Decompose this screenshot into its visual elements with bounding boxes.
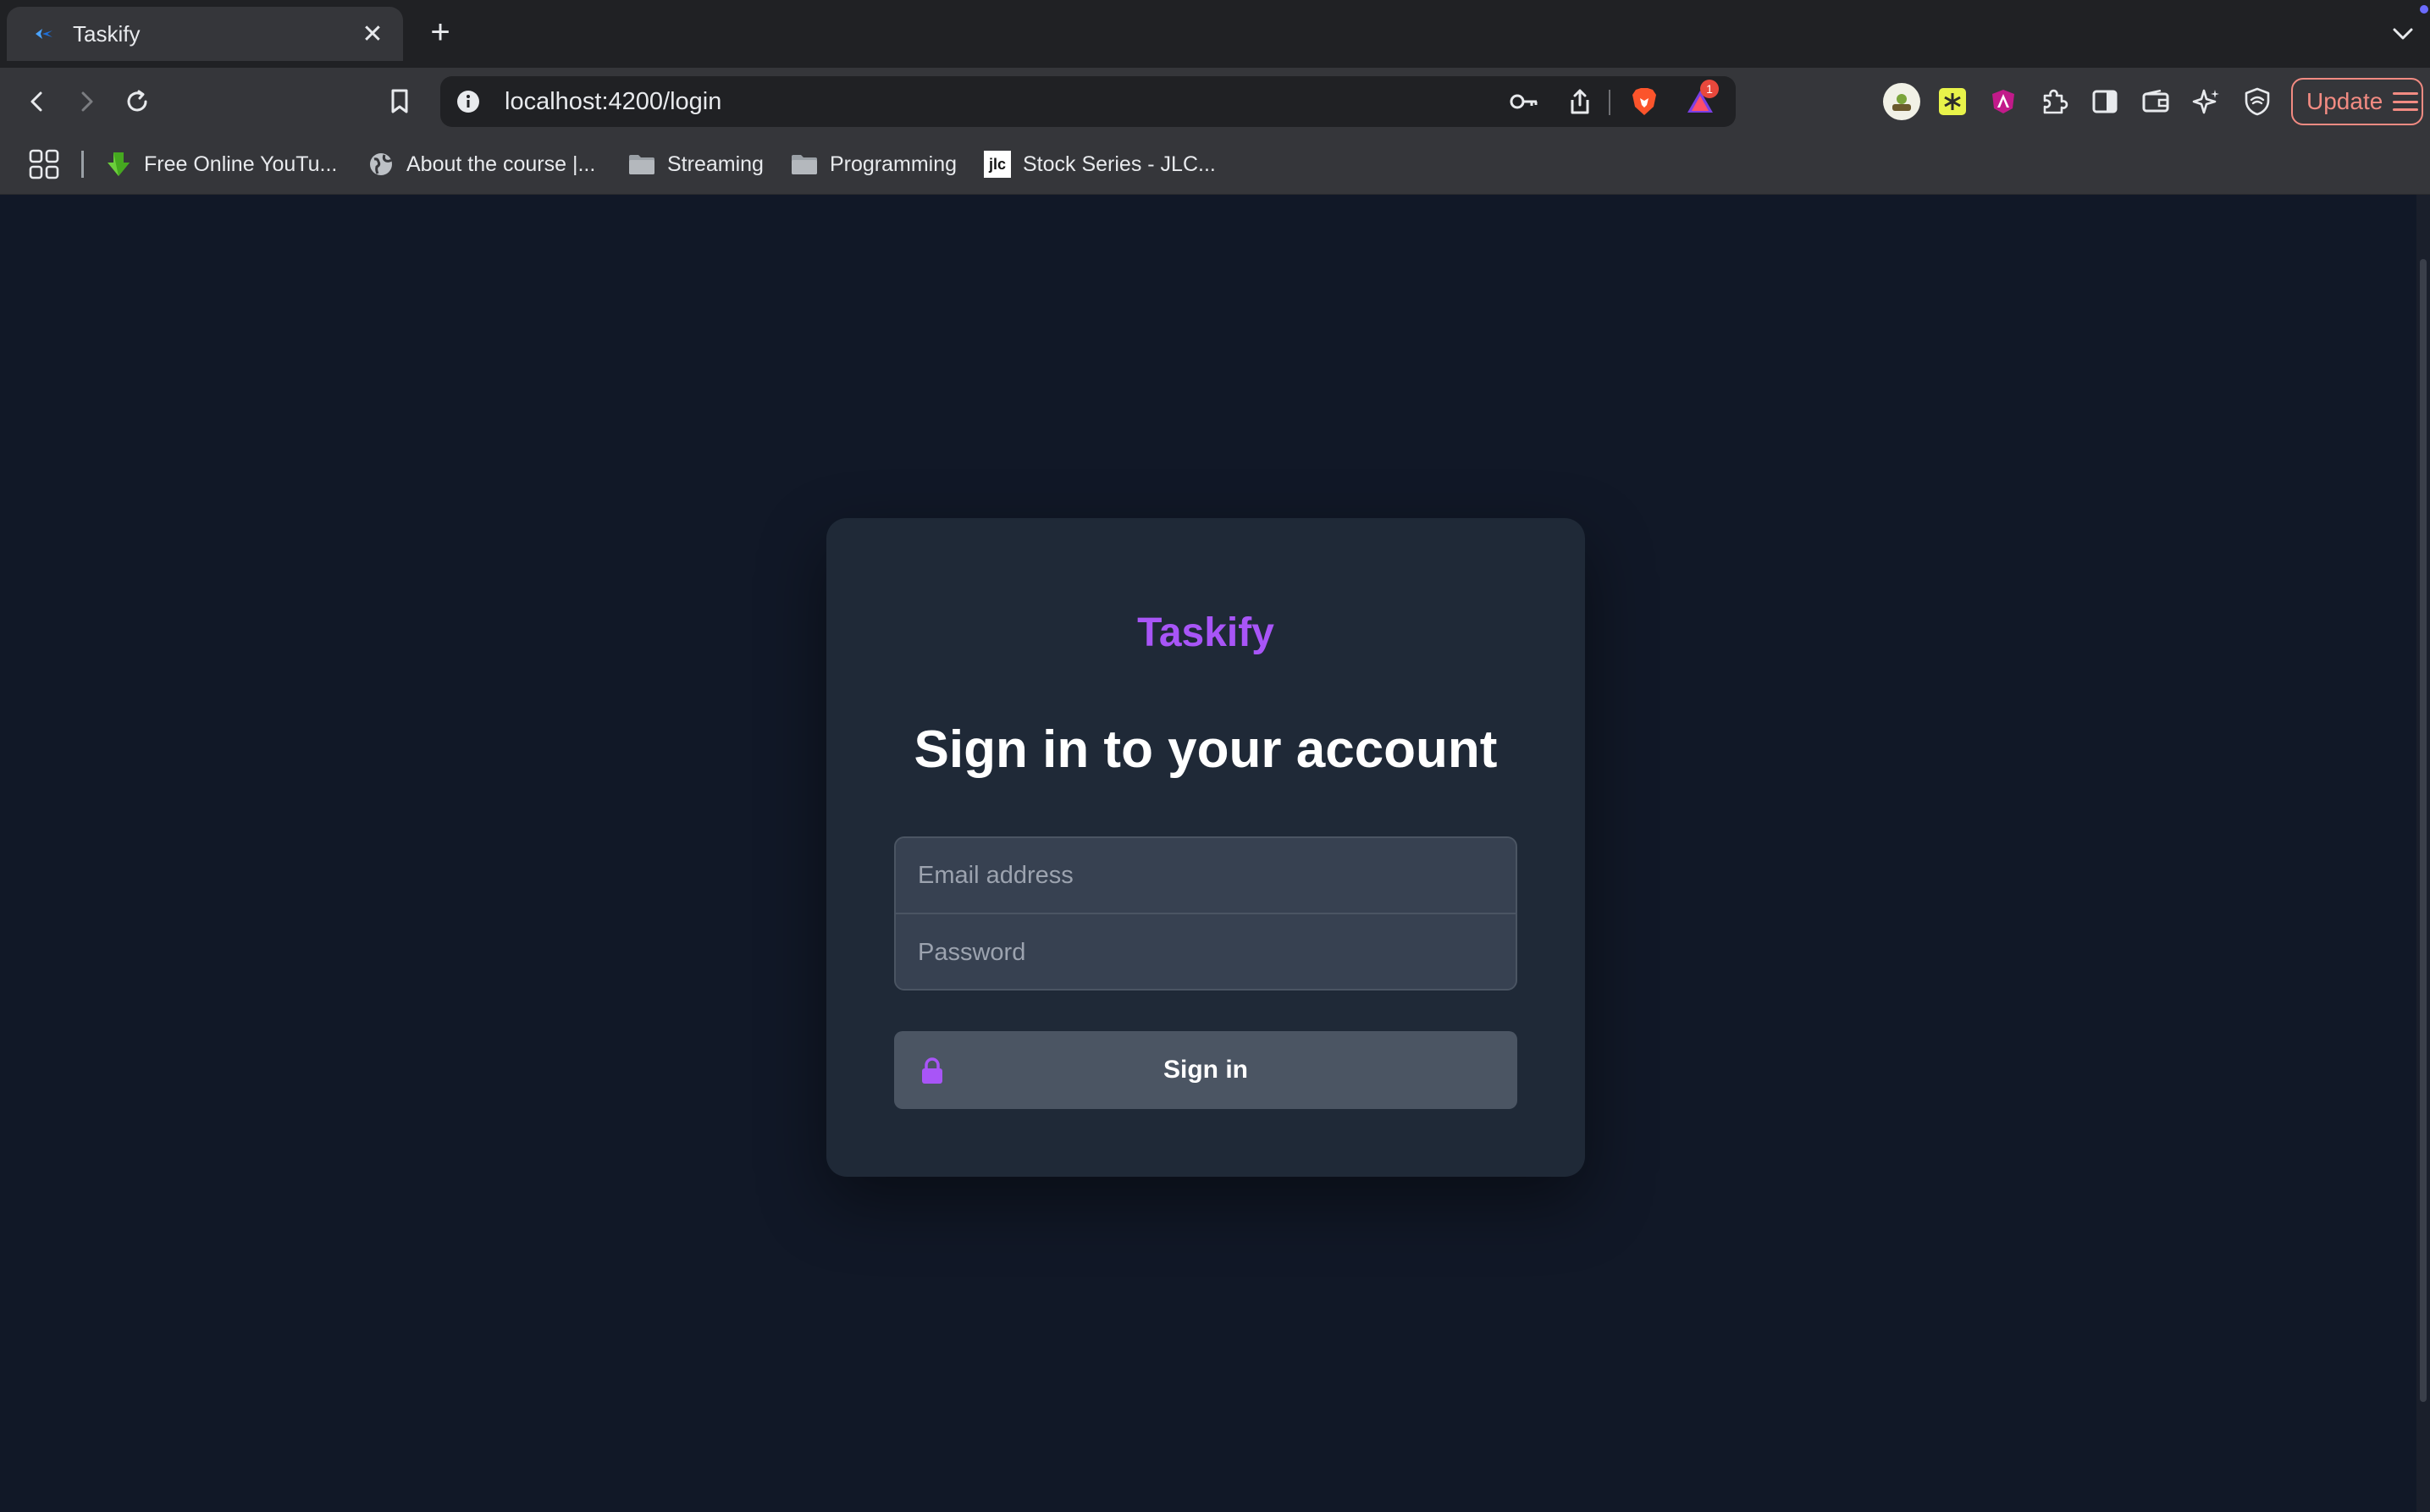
- tab-strip: Taskify ✕ +: [0, 0, 2430, 68]
- forward-arrow-icon: [81, 91, 93, 112]
- folder-icon: [791, 151, 818, 178]
- tab-title: Taskify: [73, 20, 141, 47]
- omnibox-divider: [1609, 90, 1610, 115]
- brave-lion-icon: [1632, 88, 1656, 115]
- angular-devtools-icon: [1992, 90, 2014, 113]
- bookmark-label: About the course |...: [406, 152, 596, 176]
- share-icon: [1571, 89, 1589, 114]
- sign-in-button[interactable]: Sign in: [894, 1031, 1517, 1109]
- address-bar[interactable]: localhost:4200/login 1: [440, 76, 1736, 127]
- bookmark-label: Stock Series - JLC...: [1023, 152, 1216, 176]
- sidebar-panel-icon: [2092, 90, 2118, 113]
- sparkle-icon: [2192, 89, 2219, 114]
- apps-grid-icon[interactable]: [29, 149, 59, 179]
- download-arrow-icon: [105, 151, 132, 178]
- share-button[interactable]: [1565, 86, 1595, 117]
- bookmark-item[interactable]: Free Online YouTu...: [105, 147, 337, 181]
- brave-shields-button[interactable]: [1629, 86, 1660, 117]
- password-field[interactable]: [896, 914, 1516, 989]
- back-button[interactable]: [17, 81, 58, 122]
- password-key-button[interactable]: [1509, 86, 1539, 117]
- bookmark-icon: [391, 89, 408, 113]
- scrollbar-thumb[interactable]: [2420, 259, 2427, 1402]
- browser-chrome: Taskify ✕ + localhost:4200/login 1 Updat…: [0, 0, 2430, 195]
- url-text[interactable]: localhost:4200/login: [505, 88, 721, 116]
- site-info-icon[interactable]: [456, 89, 481, 114]
- jlc-logo-icon: jlc: [984, 151, 1011, 178]
- puzzle-piece-icon: [2043, 89, 2068, 114]
- profile-avatar-icon: [1883, 83, 1920, 120]
- wallet-icon: [2142, 90, 2169, 113]
- toolbar: localhost:4200/login 1 Update: [0, 68, 2430, 135]
- taskify-favicon-icon: [36, 29, 52, 39]
- jlc-logo-text: jlc: [988, 155, 1006, 173]
- leo-ai-button[interactable]: [2186, 81, 2227, 122]
- extension-angular-button[interactable]: [1983, 81, 2024, 122]
- bookmark-label: Streaming: [667, 152, 764, 176]
- bookmark-folder[interactable]: Streaming: [628, 147, 764, 181]
- bookmark-item[interactable]: About the course |...: [367, 147, 595, 181]
- bookmark-folder[interactable]: Programming: [791, 147, 957, 181]
- reload-button[interactable]: [117, 81, 157, 122]
- tab-close-button[interactable]: ✕: [356, 19, 389, 49]
- update-menu-button[interactable]: Update: [2291, 78, 2423, 125]
- page-title: Sign in to your account: [914, 720, 1498, 779]
- login-card: Taskify Sign in to your account Sign in: [826, 518, 1585, 1177]
- extension-profile-button[interactable]: [1881, 81, 1922, 122]
- globe-icon: [367, 151, 395, 178]
- lock-icon: [922, 1057, 942, 1084]
- bookmarks-divider: [81, 151, 84, 178]
- folder-icon: [628, 151, 655, 178]
- credentials-group: [894, 836, 1517, 991]
- page-scrollbar[interactable]: [2416, 195, 2430, 1512]
- reload-icon: [127, 90, 147, 112]
- tab-search-chevron-icon[interactable]: [2388, 19, 2418, 49]
- extension-asterisk-button[interactable]: [1932, 81, 1973, 122]
- page-content: Taskify Sign in to your account Sign in: [0, 195, 2416, 1512]
- bookmark-page-button[interactable]: [379, 81, 420, 122]
- email-field[interactable]: [896, 838, 1516, 914]
- bookmarks-bar: Free Online YouTu... About the course |.…: [0, 135, 2430, 195]
- tab-strip-indicator-dot: [2420, 5, 2428, 14]
- bookmark-label: Programming: [830, 152, 958, 176]
- sign-in-label: Sign in: [1163, 1056, 1248, 1084]
- key-icon: [1510, 94, 1538, 109]
- update-label: Update: [2306, 88, 2383, 114]
- tab-taskify[interactable]: Taskify ✕: [7, 7, 403, 61]
- extensions-menu-button[interactable]: [2034, 81, 2074, 122]
- shield-icon: [2245, 87, 2270, 116]
- asterisk-extension-icon: [1939, 88, 1966, 115]
- bookmark-item[interactable]: jlc Stock Series - JLC...: [984, 147, 1216, 181]
- forward-button[interactable]: [66, 81, 107, 122]
- new-tab-button[interactable]: +: [422, 15, 459, 52]
- vpn-button[interactable]: [2237, 81, 2278, 122]
- bookmark-label: Free Online YouTu...: [144, 152, 338, 176]
- sidebar-toggle-button[interactable]: [2085, 81, 2125, 122]
- wallet-button[interactable]: [2135, 81, 2176, 122]
- hamburger-menu-icon: [2393, 92, 2419, 111]
- rewards-badge: 1: [1700, 80, 1719, 98]
- brand-logo-text: Taskify: [1137, 610, 1274, 655]
- back-arrow-icon: [30, 91, 42, 112]
